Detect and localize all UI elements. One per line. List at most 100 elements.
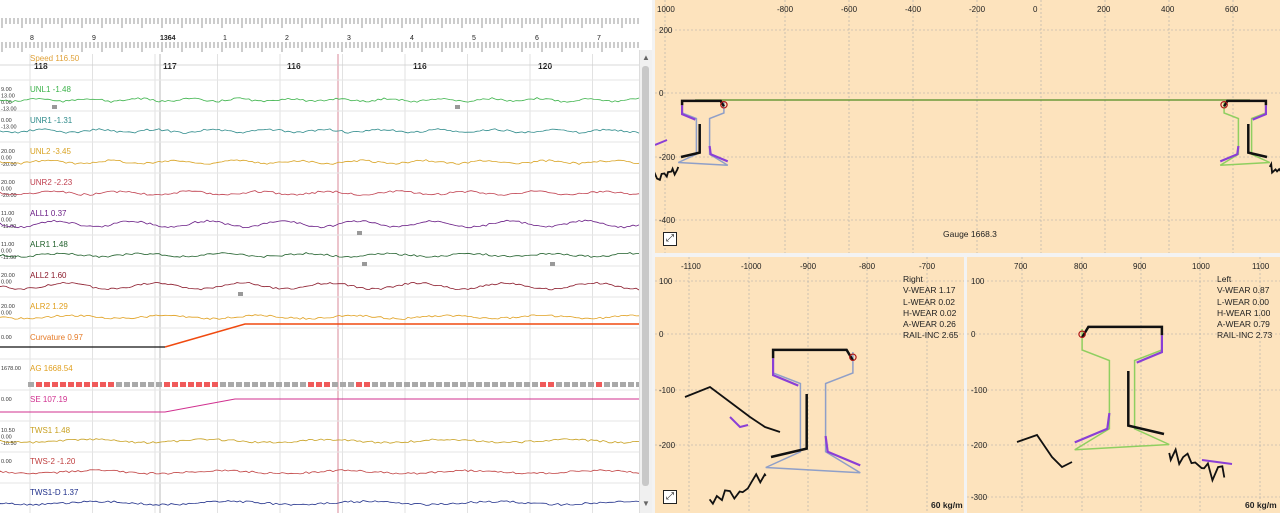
curvature-trace xyxy=(164,323,640,348)
exceedance-block xyxy=(276,382,282,387)
exceedance-block xyxy=(52,382,58,387)
stat-a-wear: A-WEAR 0.79 xyxy=(1217,319,1270,330)
exceedance-block xyxy=(580,382,586,387)
x-tick-label: -900 xyxy=(800,262,817,271)
channel-label: UNL1 -1.48 xyxy=(30,85,71,94)
ballast-edge xyxy=(729,416,749,429)
ruler-label: 3 xyxy=(347,35,351,42)
vertical-scrollbar[interactable]: ▲ ▼ xyxy=(639,50,652,513)
exceedance-block xyxy=(228,382,234,387)
y-tick-label: 0 xyxy=(971,330,976,339)
y-tick-label: -200 xyxy=(659,441,676,450)
exceedance-block xyxy=(428,382,434,387)
defect-marker xyxy=(455,105,460,109)
exceedance-block xyxy=(404,382,410,387)
ruler-label: 9 xyxy=(92,35,96,42)
x-tick-label: -700 xyxy=(919,262,936,271)
gauge-label: Gauge xyxy=(943,229,969,239)
y-tick-label: 100 xyxy=(659,277,673,286)
defect-marker xyxy=(362,262,367,266)
exceedance-block xyxy=(588,382,594,387)
exceedance-block xyxy=(196,382,202,387)
exceedance-block xyxy=(36,382,42,387)
scale-label: 11.00 xyxy=(1,242,14,248)
left-rail-ballast-profile xyxy=(1268,160,1280,175)
scale-label: 0.00 xyxy=(1,459,12,465)
exceedance-block xyxy=(148,382,154,387)
left-rail-ballast-profile xyxy=(1168,446,1226,483)
exceedance-block xyxy=(492,382,498,387)
scale-label: 0.00 xyxy=(1,335,12,341)
exceedance-block xyxy=(140,382,146,387)
exceedance-block xyxy=(308,382,314,387)
scale-label: 0.00 xyxy=(1,156,12,162)
scale-label: 20.00 xyxy=(1,149,15,155)
y-tick-label: -300 xyxy=(971,493,988,502)
channel-label: ALL1 0.37 xyxy=(30,209,67,218)
scale-label: 1678.00 xyxy=(1,366,21,372)
exceedance-block xyxy=(460,382,466,387)
speed-marker: 116 xyxy=(413,61,427,71)
scale-label: -13.00 xyxy=(1,107,17,113)
channel-trace xyxy=(0,398,640,413)
channel-label: TWS-2 -1.20 xyxy=(30,457,76,466)
left-rail-measured-web xyxy=(1127,371,1165,436)
exceedance-block xyxy=(500,382,506,387)
y-tick-label: 200 xyxy=(659,26,673,35)
left-rail-profile-panel[interactable]: 700 800 900 1000 1100 100 0 -100 -200 -300 Left V… xyxy=(967,257,1280,513)
channel-label: ALL2 1.60 xyxy=(30,271,67,280)
channel-trace xyxy=(0,97,640,103)
x-tick-label: 1000 xyxy=(657,5,675,14)
x-tick-label: 900 xyxy=(1133,262,1147,271)
strip-chart-panel[interactable]: 8 9 1364 1 2 3 4 5 6 7 118 117 116 116 120 Speed 116.50… xyxy=(0,0,652,513)
channel-label: Curvature 0.97 xyxy=(30,333,83,342)
channel-label: TWS1 1.48 xyxy=(30,426,71,435)
exceedance-block xyxy=(332,382,338,387)
scale-label: 20.00 xyxy=(1,304,15,310)
gauge-profile-panel[interactable]: 1000 -800 -600 -400 -200 0 200 400 600 200 0 -200 -4… xyxy=(655,0,1280,253)
scroll-up-arrow-icon[interactable]: ▲ xyxy=(640,52,652,64)
right-rail-profile-panel[interactable]: -1100 -1000 -900 -800 -700 100 0 -100 -200 Right… xyxy=(655,257,964,513)
ruler-label: 1 xyxy=(223,35,227,42)
exceedance-block xyxy=(220,382,226,387)
x-tick-label: -200 xyxy=(969,5,986,14)
exceedance-block xyxy=(92,382,98,387)
left-rail-measured-head xyxy=(1081,325,1164,339)
exceedance-block xyxy=(44,382,50,387)
gauge-value: 1668.3 xyxy=(970,229,997,239)
ruler-label: 8 xyxy=(30,35,34,42)
exceedance-block xyxy=(524,382,530,387)
channel-trace xyxy=(0,469,640,475)
exceedance-block xyxy=(476,382,482,387)
scale-label: 0.00 xyxy=(1,397,12,403)
exceedance-block xyxy=(628,382,634,387)
expand-icon[interactable]: ⤢ xyxy=(663,490,677,504)
x-tick-label: 0 xyxy=(1033,5,1038,14)
side-label: Left xyxy=(1217,274,1232,284)
exceedance-block xyxy=(260,382,266,387)
scrollbar-thumb[interactable] xyxy=(642,66,649,486)
right-rail-foot-edge xyxy=(824,435,861,467)
channel-label: ALR1 1.48 xyxy=(30,240,68,249)
exceedance-block xyxy=(268,382,274,387)
exceedance-block xyxy=(300,382,306,387)
scale-label: -11.00 xyxy=(1,255,16,261)
defect-marker xyxy=(238,292,243,296)
channel-trace xyxy=(0,159,640,165)
x-tick-label: 600 xyxy=(1225,5,1239,14)
scroll-down-arrow-icon[interactable]: ▼ xyxy=(640,498,652,510)
expand-icon[interactable]: ⤢ xyxy=(663,232,677,246)
scale-label: 0.00 xyxy=(1,249,12,255)
exceedance-block xyxy=(420,382,426,387)
gauge-readout: Gauge 1668.3 xyxy=(943,229,997,239)
exceedance-block xyxy=(436,382,442,387)
left-rail-measured-head xyxy=(1223,99,1268,108)
scale-label: 10.50 xyxy=(1,428,15,434)
rail-weight-label: 60 kg/m xyxy=(1245,500,1277,510)
channel-label: SE 107.19 xyxy=(30,395,68,404)
strip-chart-canvas[interactable]: 8 9 1364 1 2 3 4 5 6 7118 117 116 116 120Speed 116.50… xyxy=(0,0,640,513)
defect-marker xyxy=(357,231,362,235)
scale-label: 20.00 xyxy=(1,180,15,186)
channel-trace xyxy=(0,128,640,134)
stat-h-wear: H-WEAR 0.02 xyxy=(903,307,957,318)
